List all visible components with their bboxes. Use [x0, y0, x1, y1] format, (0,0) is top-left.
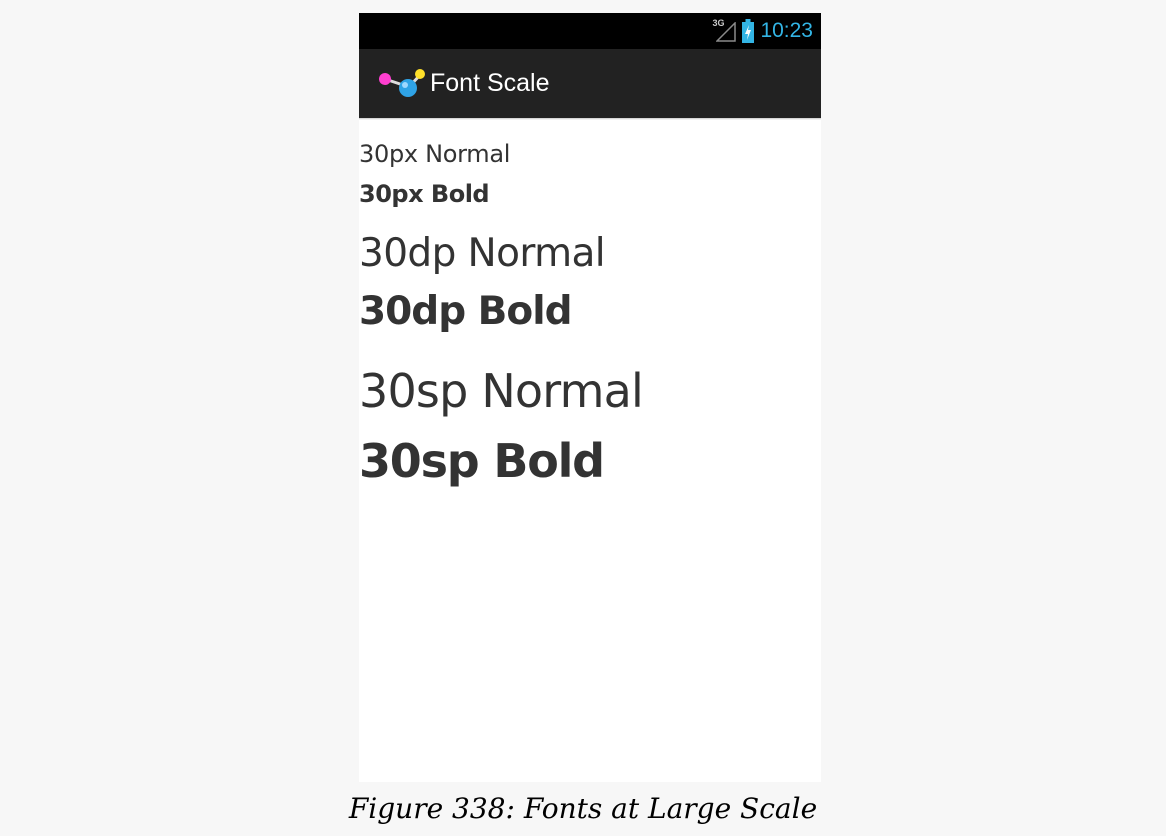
figure-caption: Figure 338: Fonts at Large Scale: [348, 792, 818, 825]
sample-30dp-bold: 30dp Bold: [359, 289, 573, 334]
status-icons: 3G 10:23: [712, 13, 813, 49]
app-title: Font Scale: [430, 69, 550, 97]
action-bar: Font Scale: [359, 49, 821, 120]
sample-30px-bold: 30px Bold: [359, 180, 490, 208]
sample-30dp-normal: 30dp Normal: [359, 231, 606, 276]
sample-30sp-bold: 30sp Bold: [359, 434, 605, 488]
signal-icon: 3G: [712, 18, 737, 44]
sample-30sp-normal: 30sp Normal: [359, 364, 644, 418]
status-bar: 3G 10:23: [359, 13, 821, 49]
phone-screen: 3G 10:23 Font Scale 30px Normal 30px Bol…: [359, 13, 821, 782]
font-samples: 30px Normal 30px Bold 30dp Normal 30dp B…: [359, 120, 821, 494]
app-molecule-icon[interactable]: [377, 66, 425, 102]
status-clock: 10:23: [760, 19, 813, 42]
battery-charging-icon: [742, 19, 755, 43]
sample-30px-normal: 30px Normal: [359, 140, 511, 168]
